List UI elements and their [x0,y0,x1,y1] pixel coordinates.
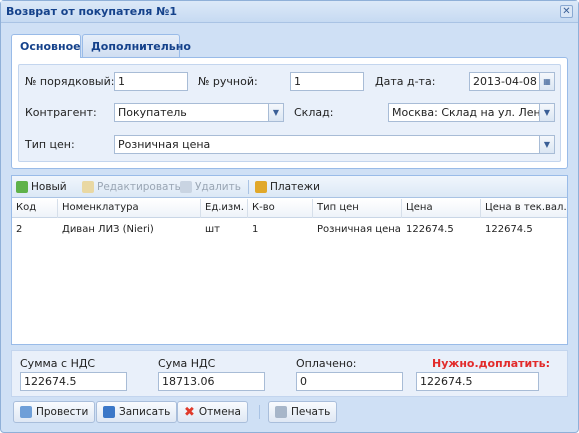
window-title: Возврат от покупателя №1 [6,5,178,18]
edit-button-label: Редактировать [97,181,181,193]
counterparty-combo[interactable]: Покупатель ▼ [114,103,284,122]
table-row[interactable]: 2 Диван ЛИЗ (Nieri) шт 1 Розничная цена … [12,221,567,240]
new-button[interactable]: Новый [16,179,67,195]
post-button[interactable]: Провести [13,401,96,423]
cancel-button[interactable]: ✖ Отмена [177,401,248,423]
chevron-down-icon[interactable]: ▼ [539,136,554,153]
delete-button-label: Удалить [195,181,241,193]
post-button-label: Провести [36,406,89,418]
cancel-icon: ✖ [184,404,195,420]
items-grid-panel: Новый Редактировать Удалить Платежи Код … [11,175,568,345]
tab-main[interactable]: Основное [11,34,81,58]
cell-code: 2 [16,224,23,235]
cell-qty: 1 [252,224,259,235]
price-type-label: Тип цен: [25,138,75,151]
warehouse-combo[interactable]: Москва: Склад на ул. Ленин ▼ [388,103,555,122]
edit-button[interactable]: Редактировать [82,179,181,195]
cell-price: 122674.5 [406,224,454,235]
button-separator [259,405,260,419]
dialog-window: Возврат от покупателя №1 ✕ Основное Допо… [0,0,579,433]
calendar-icon[interactable]: ▦ [539,73,554,90]
form-fields-area: № порядковый: 1 № ручной: 1 Дата д-та: 2… [18,64,561,162]
chevron-down-icon[interactable]: ▼ [539,104,554,121]
cell-price-cur: 122674.5 [485,224,533,235]
totals-panel: Сумма с НДС 122674.5 Сума НДС 18713.06 О… [11,350,568,397]
chevron-down-icon[interactable]: ▼ [268,104,283,121]
column-header-item[interactable]: Номенклатура [58,199,201,218]
delete-button[interactable]: Удалить [180,179,241,195]
order-no-input[interactable]: 1 [114,72,188,91]
cancel-button-label: Отмена [198,406,241,418]
coins-icon [255,181,267,193]
column-header-price[interactable]: Цена [402,199,481,218]
tab-additional[interactable]: Дополнительно [82,34,191,58]
add-icon [16,181,28,193]
counterparty-label: Контрагент: [25,106,97,119]
date-value: 2013-04-08 [473,75,537,88]
save-button-label: Записать [119,406,171,418]
new-button-label: Новый [31,181,67,193]
due-field[interactable]: 122674.5 [416,372,539,391]
price-type-combo[interactable]: Розничная цена ▼ [114,135,555,154]
warehouse-label: Склад: [294,106,334,119]
grid-toolbar: Новый Редактировать Удалить Платежи [12,176,567,198]
close-icon[interactable]: ✕ [560,5,573,18]
order-no-label: № порядковый: [25,75,115,88]
save-button[interactable]: Записать [96,401,178,423]
column-header-unit[interactable]: Ед.изм. [201,199,248,218]
save-icon [103,406,115,418]
date-label: Дата д-та: [375,75,436,88]
sum-vat-label: Сумма с НДС [20,357,96,370]
warehouse-value: Москва: Склад на ул. Ленин [392,106,555,119]
cell-price-type: Розничная цена [317,224,401,235]
due-label: Нужно.доплатить: [432,357,550,370]
delete-icon [180,181,192,193]
vat-field[interactable]: 18713.06 [158,372,265,391]
price-type-value: Розничная цена [118,138,211,151]
payments-button[interactable]: Платежи [255,179,320,195]
column-header-price-type[interactable]: Тип цен [313,199,402,218]
payments-button-label: Платежи [270,181,320,193]
paid-field[interactable]: 0 [296,372,403,391]
column-header-price-cur[interactable]: Цена в тек.вал. [481,199,567,218]
post-icon [20,406,32,418]
cell-item: Диван ЛИЗ (Nieri) [62,224,154,235]
vat-label: Сума НДС [158,357,216,370]
main-form-panel: № порядковый: 1 № ручной: 1 Дата д-та: 2… [11,57,568,169]
manual-no-label: № ручной: [198,75,258,88]
paid-label: Оплачено: [296,357,357,370]
column-header-qty[interactable]: К-во [248,199,313,218]
counterparty-value: Покупатель [118,106,187,119]
toolbar-separator [248,180,249,194]
manual-no-input[interactable]: 1 [290,72,364,91]
edit-icon [82,181,94,193]
grid-header: Код Номенклатура Ед.изм. К-во Тип цен Це… [12,199,567,218]
sum-vat-field[interactable]: 122674.5 [20,372,127,391]
column-header-code[interactable]: Код [12,199,58,218]
cell-unit: шт [205,224,220,235]
date-input[interactable]: 2013-04-08 ▦ [469,72,555,91]
print-button[interactable]: Печать [268,401,338,423]
print-button-label: Печать [291,406,331,418]
printer-icon [275,406,287,418]
title-bar[interactable]: Возврат от покупателя №1 ✕ [1,1,578,23]
